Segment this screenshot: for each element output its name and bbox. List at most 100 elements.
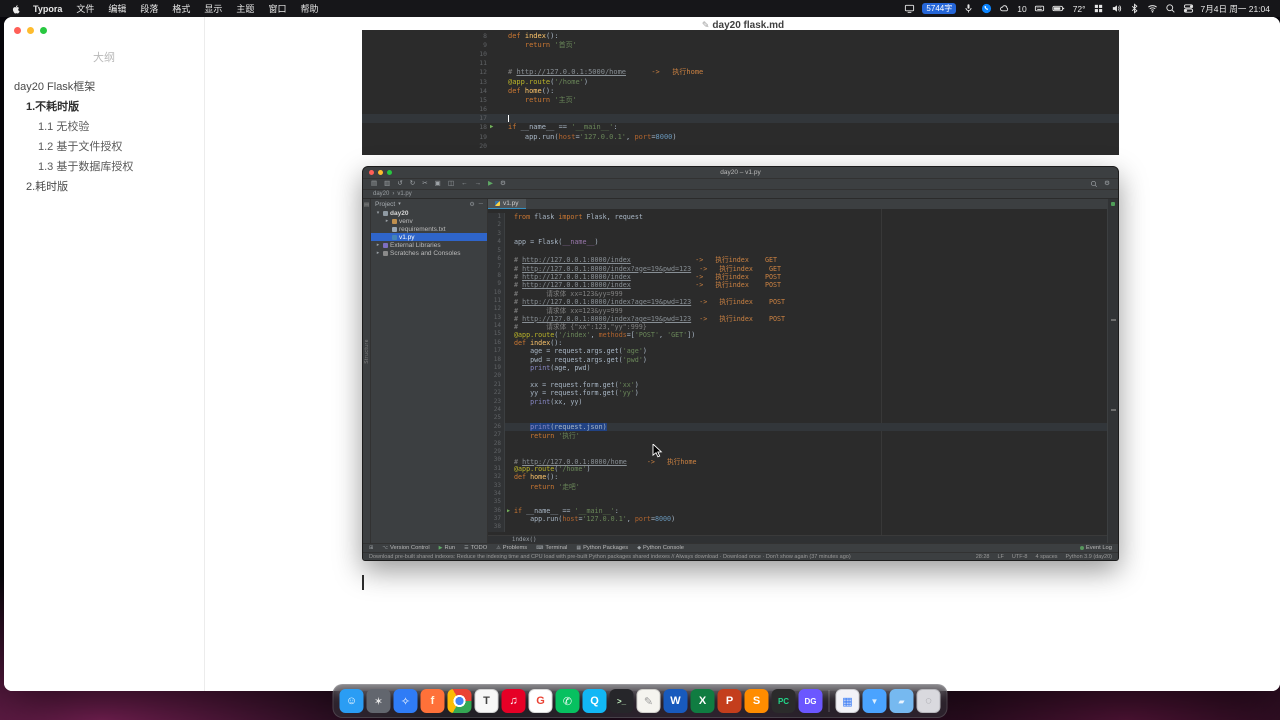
code-line[interactable]: 18 pwd = request.args.get('pwd') [488, 355, 1107, 365]
code-line[interactable]: 21 xx = request.form.get('xx') [488, 380, 1107, 390]
dock-pycharm-icon[interactable]: PC [771, 689, 796, 713]
code-line[interactable]: 12 # http://127.0.0.1:5000/home -> 执行home [362, 68, 1119, 77]
statusbar-widget[interactable]: 28:28 [976, 554, 990, 560]
code-line[interactable]: 25 [488, 414, 1107, 423]
run-arrow-icon[interactable]: ▶ [490, 124, 499, 130]
dock-typora-icon[interactable]: T [474, 689, 499, 713]
mic-icon[interactable] [963, 3, 974, 14]
dock-sublime-text-icon[interactable]: S [744, 689, 769, 713]
dock-wechat-icon[interactable]: ✆ [555, 689, 580, 713]
code-line[interactable]: 19 print(age, pwd) [488, 364, 1107, 373]
todo-button[interactable]: ☰ TODO [464, 545, 487, 551]
breadcrumb-item[interactable]: v1.py [397, 191, 411, 197]
code-line[interactable]: 8 def index(): [362, 31, 1119, 40]
code-line[interactable]: 33 return '走吧' [488, 481, 1107, 491]
redo-icon[interactable]: ↻ [410, 180, 415, 188]
tree-expand-arrow[interactable]: ▸ [375, 250, 381, 256]
menubar-menu[interactable]: 帮助 [293, 2, 325, 15]
active-app-name[interactable]: Typora [26, 4, 69, 14]
outline-item[interactable]: day20 Flask框架 [4, 77, 204, 97]
settings-icon[interactable]: ⚙ [500, 180, 506, 188]
code-line[interactable]: 16 [362, 105, 1119, 114]
dock-launchpad-icon[interactable]: ✶ [366, 689, 391, 713]
dock-chrome-icon[interactable] [447, 689, 472, 713]
temperature[interactable]: 72° [1073, 4, 1086, 14]
stage-manager-icon[interactable] [1093, 3, 1104, 14]
dock-notes-icon[interactable]: ✎ [636, 689, 661, 713]
code-line[interactable]: 27 return '执行' [488, 431, 1107, 440]
bluetooth-icon[interactable] [1129, 3, 1140, 14]
code-line[interactable]: 14 def home(): [362, 86, 1119, 95]
code-line[interactable]: 22 yy = request.form.get('yy') [488, 389, 1107, 398]
code-line[interactable]: 15 @app.route('/index', methods=['POST', … [488, 330, 1107, 339]
code-line[interactable]: 30 # http://127.0.0.1:8000/home -> 执行home [488, 456, 1107, 466]
tree-expand-arrow[interactable]: ▾ [375, 210, 381, 216]
code-line[interactable]: 16 def index(): [488, 338, 1107, 348]
code-line[interactable]: 37 app.run(host='127.0.0.1', port=8000) [488, 515, 1107, 524]
dock-excel-icon[interactable]: X [690, 689, 715, 713]
document-area[interactable]: ✎ day20 flask.md 8 def index(): 9 return '首… [206, 17, 1280, 691]
statusbar-widget[interactable]: UTF-8 [1012, 554, 1028, 560]
code-line[interactable]: 23 print(xx, yy) [488, 397, 1107, 406]
dock-preview-icon[interactable]: ▦ [835, 689, 860, 713]
code-line[interactable]: 35 [488, 498, 1107, 507]
open-icon[interactable]: ▤ [371, 180, 377, 188]
menubar-menu[interactable]: 主题 [229, 2, 261, 15]
menubar-menu[interactable]: 窗口 [261, 2, 293, 15]
cut-icon[interactable]: ✂ [422, 180, 427, 188]
hide-icon[interactable]: ─ [479, 201, 483, 208]
save-icon[interactable]: ▥ [384, 180, 390, 188]
tree-item-requirements-txt[interactable]: requirements.txt [371, 225, 487, 233]
dock-documents-folder-icon[interactable]: ▰ [889, 689, 914, 713]
tree-item-scratches-and-consoles[interactable]: ▸ Scratches and Consoles [371, 249, 487, 257]
dock-firefox-icon[interactable]: f [420, 689, 445, 713]
spotlight-icon[interactable] [1165, 3, 1176, 14]
menubar-menu[interactable]: 显示 [197, 2, 229, 15]
outline-item[interactable]: 1.2 基于文件授权 [4, 137, 204, 157]
menubar-menu[interactable]: 编辑 [101, 2, 133, 15]
dock-trash-icon[interactable]: ◌ [916, 689, 941, 713]
statusbar-message[interactable]: Download pre-built shared indexes: Reduc… [369, 554, 968, 560]
code-line[interactable]: 38 [488, 523, 1107, 532]
cloud-icon[interactable] [999, 3, 1010, 14]
dock-powerpoint-icon[interactable]: P [717, 689, 742, 713]
breadcrumb-item[interactable]: day20 [373, 191, 389, 197]
code-line[interactable]: 17 age = request.args.get('age') [488, 347, 1107, 356]
volume-icon[interactable] [1111, 3, 1122, 14]
code-line[interactable]: 14 # 请求体 {"xx":123,"yy":999} [488, 322, 1107, 331]
code-line[interactable]: 3 [488, 229, 1107, 239]
tree-expand-arrow[interactable]: ▸ [384, 218, 390, 224]
code-line[interactable]: 31 @app.route('/home') [488, 464, 1107, 474]
python-packages-button[interactable]: ▦ Python Packages [576, 545, 628, 551]
terminal-button[interactable]: ⌨ Terminal [536, 545, 567, 551]
dock-netease-music-icon[interactable]: ♫ [501, 689, 526, 713]
code-line[interactable]: 10 [362, 49, 1119, 58]
code-line[interactable]: 1 from flask import Flask, request [488, 213, 1107, 222]
code-line[interactable]: 26 print(request.json) [488, 422, 1107, 432]
statusbar-widget[interactable]: Python 3.9 (day20) [1066, 554, 1112, 560]
code-line[interactable]: 20 [488, 372, 1107, 381]
phone-icon[interactable] [981, 3, 992, 14]
run-icon[interactable]: ▶ [488, 180, 493, 188]
outline-item[interactable]: 1.3 基于数据库授权 [4, 157, 204, 177]
dock-downloads-folder-icon[interactable]: ▼ [862, 689, 887, 713]
toolwindow-toggle-button[interactable]: ⊞ [369, 545, 373, 551]
paste-icon[interactable]: ◫ [448, 180, 454, 188]
code-line[interactable]: 17 [362, 113, 1119, 123]
tree-expand-arrow[interactable]: ▸ [375, 242, 381, 248]
code-line[interactable]: 20 [362, 141, 1119, 150]
dock-google-icon[interactable]: G [528, 689, 553, 713]
python-console-button[interactable]: ◆ Python Console [637, 545, 684, 551]
settings-icon[interactable]: ⚙ [469, 201, 474, 208]
outline-item[interactable]: 2.耗时版 [4, 177, 204, 197]
code-line[interactable]: 13 @app.route('/home') [362, 77, 1119, 86]
embedded-image-code-snippet[interactable]: 8 def index(): 9 return '首页' 10 11 12 # http:/… [362, 30, 1119, 155]
dock-safari-icon[interactable]: ✧ [393, 689, 418, 713]
statusbar-widget[interactable]: LF [997, 554, 1003, 560]
input-source-icon[interactable] [1034, 3, 1045, 14]
forward-icon[interactable]: → [474, 180, 481, 188]
run-button[interactable]: ▶ Run [439, 545, 456, 551]
code-line[interactable]: 11 [362, 59, 1119, 68]
screen-mirroring-icon[interactable] [904, 3, 915, 14]
wifi-icon[interactable] [1147, 3, 1158, 14]
